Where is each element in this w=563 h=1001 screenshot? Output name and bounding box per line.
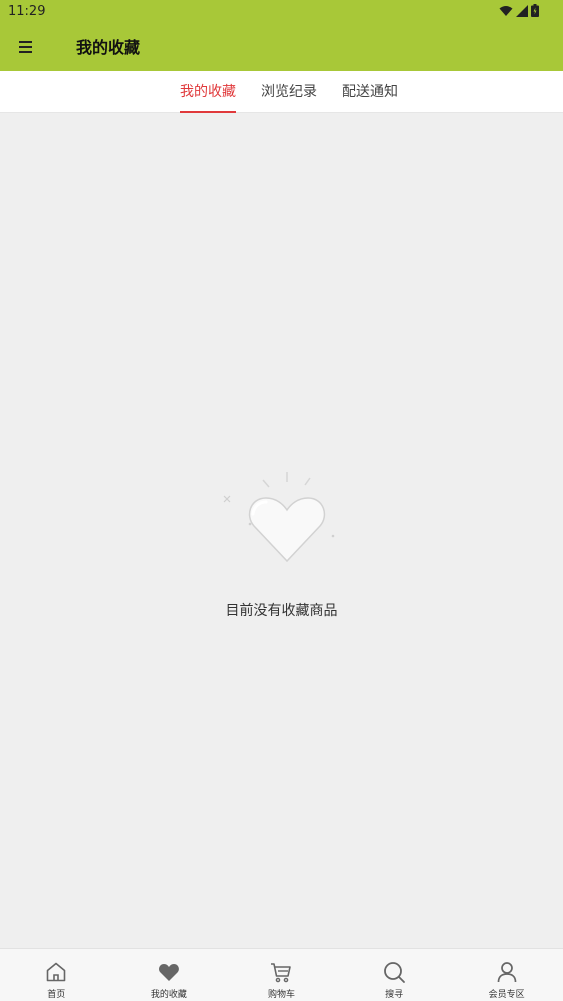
home-icon (46, 962, 66, 982)
nav-item-member[interactable]: 会员专区 (450, 949, 563, 1001)
battery-icon (531, 4, 539, 17)
app-bar: 我的收藏 (0, 24, 563, 71)
nav-label-search: 搜寻 (385, 990, 404, 1000)
nav-item-home[interactable]: 首页 (0, 949, 113, 1001)
empty-heart-icon (223, 472, 335, 563)
status-time: 11:29 (8, 4, 46, 19)
nav-label-member: 会员专区 (488, 990, 525, 1000)
status-icons (499, 4, 539, 17)
nav-label-cart: 购物车 (267, 990, 295, 1000)
page-title: 我的收藏 (76, 38, 141, 57)
nav-item-cart[interactable]: 购物车 (225, 949, 338, 1001)
bottom-nav: 首页 我的收藏 购物车 搜寻 会员专区 (0, 948, 563, 1001)
tab-bar: 我的收藏 浏览纪录 配送通知 (0, 71, 563, 113)
user-icon (497, 962, 517, 983)
tab-history[interactable]: 浏览纪录 (261, 71, 317, 113)
nav-item-search[interactable]: 搜寻 (338, 949, 451, 1001)
status-bar: 11:29 (0, 0, 563, 24)
empty-state-message: 目前没有收藏商品 (225, 603, 338, 619)
heart-icon (158, 964, 179, 981)
nav-label-favorites: 我的收藏 (150, 990, 187, 1000)
nav-label-home: 首页 (47, 990, 66, 1000)
nav-item-favorites[interactable]: 我的收藏 (113, 949, 226, 1001)
tab-favorites[interactable]: 我的收藏 (180, 71, 236, 113)
search-icon (384, 962, 405, 983)
menu-icon[interactable] (16, 36, 38, 58)
signal-icon (516, 4, 528, 17)
tab-delivery-notice[interactable]: 配送通知 (342, 71, 398, 113)
wifi-icon (499, 5, 513, 16)
cart-icon (271, 963, 292, 983)
